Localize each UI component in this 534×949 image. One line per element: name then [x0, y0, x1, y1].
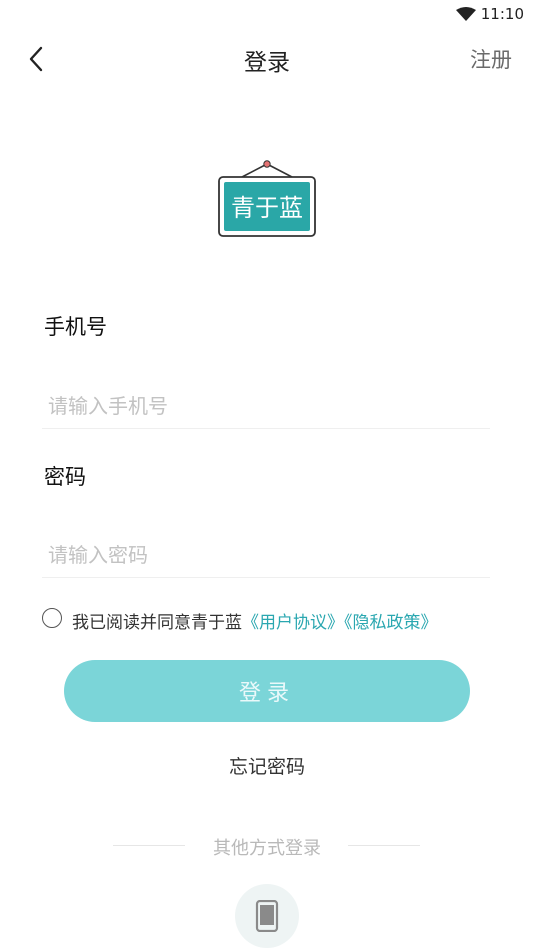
login-button[interactable]: 登录: [64, 660, 470, 722]
status-time: 11:10: [480, 5, 524, 23]
page-title: 登录: [244, 50, 290, 76]
agreement-text: 我已阅读并同意青于蓝《用户协议》《隐私政策》: [72, 608, 438, 633]
divider-right: [348, 845, 420, 846]
password-label: 密码: [44, 465, 86, 489]
app-logo: 青于蓝: [218, 160, 316, 237]
other-login-section: 其他方式登录: [0, 834, 534, 859]
phone-input[interactable]: [42, 383, 490, 429]
register-link[interactable]: 注册: [470, 44, 512, 74]
user-agreement-link[interactable]: 《用户协议》: [242, 613, 344, 633]
agreement-prefix: 我已阅读并同意青于蓝: [72, 613, 242, 633]
status-bar: 11:10: [0, 0, 534, 28]
phone-label: 手机号: [44, 315, 107, 339]
phone-login-button[interactable]: [235, 884, 299, 948]
privacy-policy-link[interactable]: 《隐私政策》: [344, 613, 438, 633]
password-input[interactable]: [42, 532, 490, 578]
forgot-password-link[interactable]: 忘记密码: [0, 752, 534, 779]
logo-text: 青于蓝: [231, 194, 303, 222]
wifi-icon: [456, 7, 476, 21]
other-login-label: 其他方式登录: [213, 838, 321, 859]
mobile-phone-icon: [255, 900, 279, 932]
agreement-row: 我已阅读并同意青于蓝《用户协议》《隐私政策》: [42, 607, 522, 633]
agreement-checkbox[interactable]: [42, 608, 62, 628]
header: 登录 注册: [0, 34, 534, 84]
